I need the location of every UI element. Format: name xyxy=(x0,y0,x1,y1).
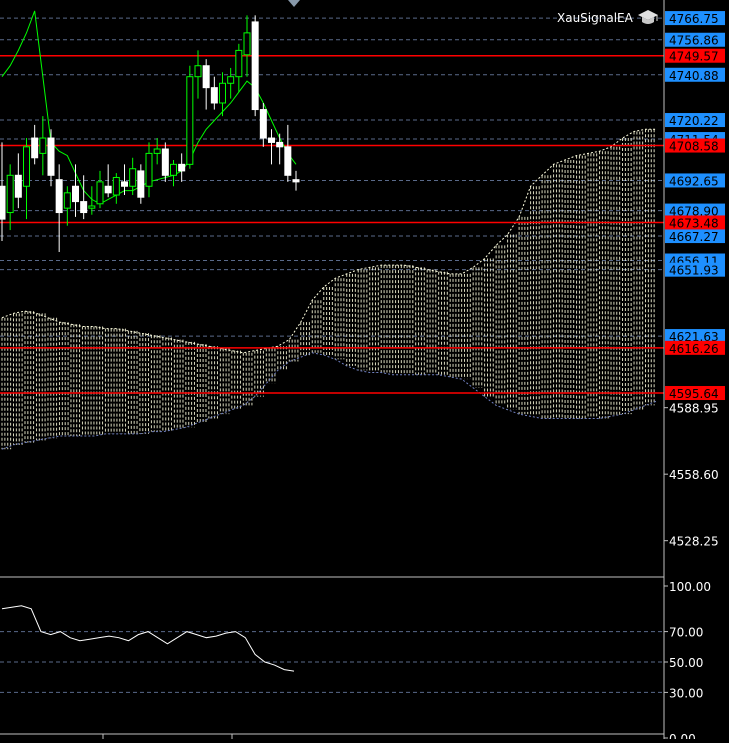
candle-body xyxy=(72,185,79,203)
candle-body xyxy=(55,179,63,214)
red-level-label: 4749.57 xyxy=(669,50,719,64)
expert-name-label: XauSignalEA xyxy=(557,11,634,25)
candle-body xyxy=(96,181,104,205)
candle-body xyxy=(276,141,284,148)
graduation-cap-icon[interactable] xyxy=(638,10,658,24)
blue-level-label: 4692.65 xyxy=(669,174,719,188)
blue-level-label: 4720.22 xyxy=(669,114,719,128)
candle-body xyxy=(170,163,177,176)
scroll-marker-icon[interactable] xyxy=(288,0,300,7)
candle-body xyxy=(23,146,30,187)
blue-level-label: 4667.27 xyxy=(669,230,719,244)
candle-body xyxy=(292,179,300,183)
candle-body xyxy=(112,176,120,196)
red-level-label: 4616.26 xyxy=(669,342,719,356)
candle-body xyxy=(186,76,194,165)
rsi-tick-label: 100.00 xyxy=(669,580,711,594)
candle-body xyxy=(39,137,47,154)
rsi-tick-label: 0.00 xyxy=(669,732,696,739)
candle-body xyxy=(121,181,128,187)
candle-body xyxy=(6,174,14,214)
chart-window[interactable]: 100.00 70.00 50.00 30.00 0.00 4766.75 4756.86… xyxy=(0,0,729,743)
candle-body xyxy=(227,76,235,84)
rsi-tick-label: 70.00 xyxy=(669,626,703,640)
candle-body xyxy=(0,185,6,220)
candlesticks xyxy=(0,15,300,252)
candle-body xyxy=(80,201,88,214)
red-level-label: 4708.58 xyxy=(669,140,719,154)
rsi-tick-label: 50.00 xyxy=(669,656,703,670)
blue-level-label: 4766.75 xyxy=(669,12,719,26)
candle-body xyxy=(104,185,112,194)
red-level-label: 4595.64 xyxy=(669,387,719,401)
price-tick-label: 4528.25 xyxy=(669,535,719,549)
price-chart-canvas[interactable]: 100.00 70.00 50.00 30.00 0.00 4766.75 4756.86… xyxy=(0,0,729,743)
candle-body xyxy=(88,205,96,209)
rsi-line xyxy=(1,605,295,672)
candle-body xyxy=(31,137,39,159)
rsi-tick-label: 30.00 xyxy=(669,686,703,700)
blue-level-label: 4651.93 xyxy=(669,264,719,278)
blue-level-label: 4756.86 xyxy=(669,34,719,48)
candle-body xyxy=(178,163,186,172)
candle-body xyxy=(129,168,137,187)
candle-body xyxy=(259,109,267,139)
candle-body xyxy=(153,148,161,154)
candle-body xyxy=(235,49,243,78)
candle-body xyxy=(219,82,226,104)
candle-body xyxy=(14,174,22,198)
cloud-span-b xyxy=(1,352,658,450)
candle-body xyxy=(145,152,153,187)
candle-body xyxy=(210,87,218,104)
rsi-subwindow: 100.00 70.00 50.00 30.00 0.00 xyxy=(0,580,711,743)
blue-level-label: 4740.88 xyxy=(669,69,719,83)
candle-body xyxy=(194,65,202,78)
candle-body xyxy=(137,170,145,198)
red-level-label: 4673.48 xyxy=(669,216,719,230)
price-tick-label: 4588.95 xyxy=(669,402,719,416)
candle-body xyxy=(251,21,259,111)
candle-body xyxy=(161,148,169,176)
price-tick-label: 4558.60 xyxy=(669,468,719,482)
candle-body xyxy=(47,137,55,176)
candle-body xyxy=(243,32,251,56)
candle-body xyxy=(63,192,71,209)
candle-body xyxy=(268,137,275,143)
candle-body xyxy=(202,65,210,89)
candle-body xyxy=(284,146,292,176)
price-axis: 4766.754756.864740.884720.224711.544692.… xyxy=(664,11,725,549)
